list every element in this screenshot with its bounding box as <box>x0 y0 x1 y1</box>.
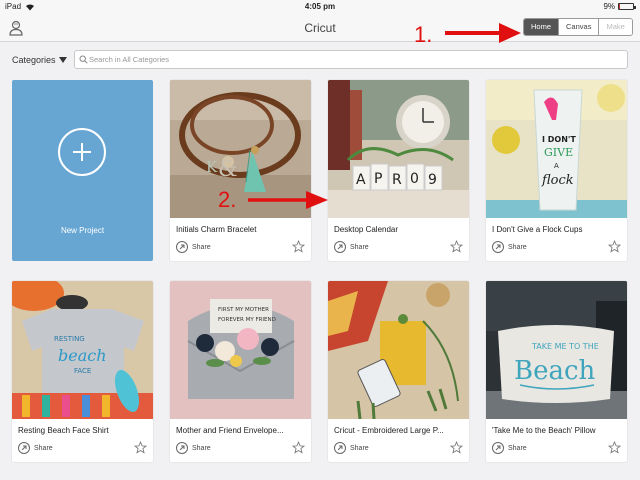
status-bar: iPad 4:05 pm 9% <box>0 0 640 14</box>
calendar-letter: R <box>392 172 402 188</box>
svg-text:GIVE: GIVE <box>544 146 573 159</box>
share-arrow-icon <box>334 442 346 454</box>
favorite-star-icon[interactable] <box>608 240 621 253</box>
dropdown-triangle-icon <box>58 57 67 63</box>
status-time: 4:05 pm <box>304 2 336 11</box>
project-title: 'Take Me to the Beach' Pillow <box>492 426 596 435</box>
share-button[interactable]: Share <box>492 241 527 253</box>
categories-dropdown[interactable]: Categories <box>12 55 67 65</box>
share-button[interactable]: Share <box>334 241 369 253</box>
project-card[interactable]: A P R 0 9 Desktop Calendar Share <box>328 80 469 261</box>
favorite-star-icon[interactable] <box>450 240 463 253</box>
share-arrow-icon <box>176 442 188 454</box>
new-project-label: New Project <box>60 226 105 235</box>
project-title: Cricut - Embroidered Large P... <box>334 426 444 435</box>
share-button[interactable]: Share <box>18 442 53 454</box>
project-image-beach-pillow[interactable]: TAKE ME TO THE Beach <box>486 281 627 419</box>
new-project-tile[interactable]: New Project <box>12 80 153 261</box>
segment-canvas[interactable]: Canvas <box>559 19 600 35</box>
annotation-arrow-2 <box>248 191 328 209</box>
project-card[interactable]: I DON'T GIVE A flock I Don't Give a Floc… <box>486 80 627 261</box>
share-label: Share <box>192 243 211 251</box>
project-image-calendar[interactable]: A P R 0 9 <box>328 80 469 218</box>
share-arrow-icon <box>18 442 30 454</box>
share-label: Share <box>350 243 369 251</box>
share-label: Share <box>350 444 369 452</box>
project-image-flock-cups[interactable]: I DON'T GIVE A flock <box>486 80 627 218</box>
svg-text:beach: beach <box>58 346 107 365</box>
favorite-star-icon[interactable] <box>608 441 621 454</box>
svg-text:FACE: FACE <box>74 367 91 375</box>
search-field[interactable] <box>74 50 628 69</box>
project-card[interactable]: FIRST MY MOTHER FOREVER MY FRIEND Mother… <box>170 281 311 462</box>
annotation-number-2: 2. <box>218 187 237 212</box>
segment-make[interactable]: Make <box>599 19 632 35</box>
battery-percent: 9% <box>603 2 615 11</box>
share-label: Share <box>192 444 211 452</box>
svg-text:I DON'T: I DON'T <box>542 135 576 144</box>
svg-text:FIRST MY MOTHER: FIRST MY MOTHER <box>218 307 269 313</box>
favorite-star-icon[interactable] <box>292 441 305 454</box>
svg-text:K: K <box>206 158 218 176</box>
project-title: Desktop Calendar <box>334 225 399 234</box>
project-title: Mother and Friend Envelope... <box>176 426 284 435</box>
svg-text:FOREVER MY FRIEND: FOREVER MY FRIEND <box>218 317 276 323</box>
project-card[interactable]: TAKE ME TO THE Beach 'Take Me to the Bea… <box>486 281 627 462</box>
share-arrow-icon <box>492 442 504 454</box>
calendar-letter: 9 <box>428 172 437 188</box>
search-icon <box>79 55 88 64</box>
project-card[interactable]: Cricut - Embroidered Large P... Share <box>328 281 469 462</box>
annotation-number-1: 1. <box>414 22 433 47</box>
favorite-star-icon[interactable] <box>134 441 147 454</box>
share-button[interactable]: Share <box>492 442 527 454</box>
share-label: Share <box>508 243 527 251</box>
project-image-envelope[interactable]: FIRST MY MOTHER FOREVER MY FRIEND <box>170 281 311 419</box>
svg-text:RESTING: RESTING <box>54 335 85 343</box>
project-card[interactable]: RESTING beach FACE Resting Beach Face Sh… <box>12 281 153 462</box>
share-button[interactable]: Share <box>334 442 369 454</box>
project-image-beach-shirt[interactable]: RESTING beach FACE <box>12 281 153 419</box>
share-button[interactable]: Share <box>176 442 211 454</box>
svg-text:A: A <box>554 162 559 170</box>
project-title: Resting Beach Face Shirt <box>18 426 109 435</box>
share-label: Share <box>34 444 53 452</box>
segment-home[interactable]: Home <box>524 19 560 35</box>
share-arrow-icon <box>492 241 504 253</box>
nav-bar: Cricut Home Canvas Make <box>0 14 640 42</box>
mode-segmented-control: Home Canvas Make <box>523 18 633 36</box>
annotation-arrow-1 <box>445 23 521 43</box>
favorite-star-icon[interactable] <box>450 441 463 454</box>
favorite-star-icon[interactable] <box>292 240 305 253</box>
calendar-letter: 0 <box>410 171 419 187</box>
project-title: I Don't Give a Flock Cups <box>492 225 583 234</box>
project-image-embroidered-pouch[interactable] <box>328 281 469 419</box>
calendar-letter: P <box>374 171 382 187</box>
plus-icon <box>58 128 106 176</box>
project-title: Initials Charm Bracelet <box>176 225 257 234</box>
categories-label: Categories <box>12 55 56 65</box>
battery-icon <box>618 3 636 10</box>
svg-text:Beach: Beach <box>514 356 596 386</box>
svg-text:flock: flock <box>541 173 574 188</box>
search-input[interactable] <box>89 53 619 66</box>
calendar-letter: A <box>356 172 366 188</box>
share-arrow-icon <box>334 241 346 253</box>
svg-text:TAKE ME TO THE: TAKE ME TO THE <box>531 342 599 351</box>
share-arrow-icon <box>176 241 188 253</box>
project-card[interactable]: & K Initials Charm Bracelet Share <box>170 80 311 261</box>
share-button[interactable]: Share <box>176 241 211 253</box>
share-label: Share <box>508 444 527 452</box>
svg-text:&: & <box>218 157 238 182</box>
